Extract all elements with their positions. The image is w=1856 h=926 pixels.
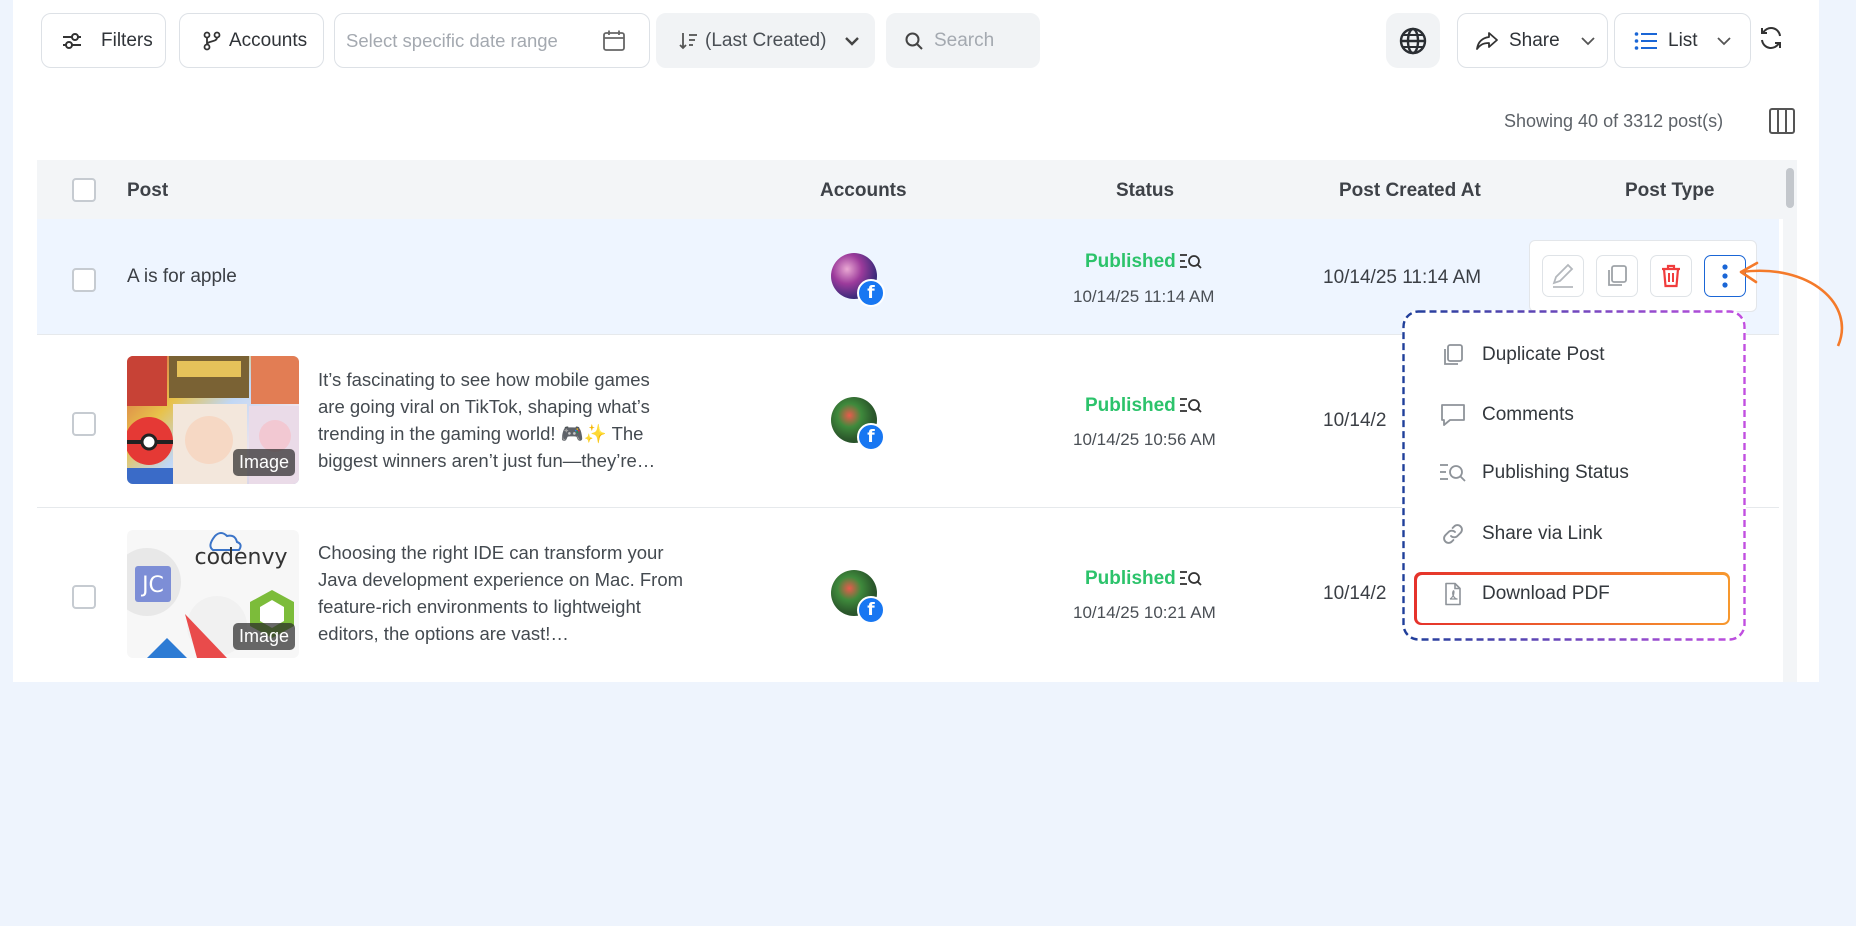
media-type-tag: Image [232,623,295,650]
columns-icon [1769,108,1795,134]
duplicate-icon [1608,265,1627,286]
table-header [37,160,1797,219]
status-time: 10/14/25 11:14 AM [1073,287,1215,306]
trash-icon [1662,264,1680,288]
post-text: Choosing the right IDE can transform you… [318,542,684,644]
menu-item-label: Publishing Status [1482,462,1629,483]
status-badge: Published [1085,251,1176,272]
row-checkbox[interactable] [72,585,96,609]
media-type-tag: Image [232,449,295,476]
status-badge: Published [1085,568,1176,589]
list-icon [1634,31,1657,50]
menu-item-duplicate-post[interactable]: Duplicate Post [1438,342,1605,368]
accounts-button[interactable]: Accounts [179,13,324,68]
pdf-icon [1445,582,1461,606]
status-badge: Published [1085,395,1176,416]
post-text: A is for apple [127,266,237,287]
brand-logo-text: codenvy [194,545,287,570]
columns-toggle-button[interactable] [1768,107,1796,140]
sliders-icon [63,32,81,49]
created-at: 10/14/2 [1323,410,1387,431]
status-time: 10/14/25 10:56 AM [1073,430,1216,449]
column-header-accounts: Accounts [820,180,907,201]
accounts-label: Accounts [229,29,308,51]
column-header-status: Status [1116,180,1175,201]
facebook-icon: f [857,596,885,624]
callout-arrow [1739,261,1844,347]
menu-item-label: Download PDF [1482,583,1610,604]
refresh-icon [1761,27,1781,49]
link-icon [1443,524,1463,544]
refresh-button[interactable] [1758,25,1790,57]
menu-item-download-pdf[interactable]: Download PDF [1438,582,1610,606]
edit-button[interactable] [1542,255,1584,297]
chevron-down-icon [1581,36,1595,45]
filters-button[interactable]: Filters [41,13,166,68]
delete-button[interactable] [1650,255,1692,297]
post-thumbnail[interactable]: Image [127,356,299,484]
search-icon [905,32,923,50]
row-actions [1529,240,1757,312]
column-header-post-type: Post Type [1625,180,1715,201]
pencil-icon [1552,263,1574,288]
globe-icon [1399,27,1427,54]
comment-icon [1441,404,1465,426]
facebook-icon: f [857,423,885,451]
date-range-input[interactable]: Select specific date range [334,13,650,68]
sort-dropdown[interactable]: (Last Created) [656,13,875,68]
column-header-created-at: Post Created At [1339,180,1481,201]
chevron-down-icon [845,36,860,46]
menu-item-label: Comments [1482,404,1574,425]
duplicate-button[interactable] [1596,255,1638,297]
column-header-post: Post [127,180,169,201]
duplicate-icon [1444,344,1463,365]
publishing-status-icon[interactable] [1179,396,1203,416]
menu-item-label: Share via Link [1482,523,1603,544]
posts-panel: Filters Accounts Select specific date ra… [13,0,1819,682]
publishing-status-icon [1440,464,1466,482]
created-at: 10/14/2 [1323,583,1387,604]
date-range-placeholder: Select specific date range [346,29,558,51]
status-time: 10/14/25 10:21 AM [1073,603,1216,622]
select-all-checkbox[interactable] [72,178,96,202]
chevron-down-icon [1716,36,1731,45]
scrollbar-thumb[interactable] [1786,168,1794,208]
publishing-status-icon[interactable] [1179,569,1203,589]
share-icon [1476,31,1498,50]
publishing-status-icon[interactable] [1179,252,1203,272]
view-mode-dropdown[interactable]: List [1614,13,1751,68]
search-placeholder: Search [934,29,995,51]
language-button[interactable] [1386,13,1440,68]
calendar-icon[interactable] [602,29,626,53]
kebab-menu-icon [1722,264,1728,288]
menu-item-label: Duplicate Post [1482,344,1605,365]
sort-icon [679,32,697,49]
filters-label: Filters [101,29,153,51]
post-text: It’s fascinating to see how mobile games… [318,369,656,471]
table-scrollbar[interactable] [1783,160,1797,682]
menu-item-comments[interactable]: Comments [1438,402,1574,428]
share-button[interactable]: Share [1457,13,1608,68]
post-thumbnail[interactable]: JC codenvy Image [127,530,299,658]
svg-text:JC: JC [140,573,164,598]
facebook-icon: f [857,279,885,307]
branch-icon [203,31,221,50]
share-label: Share [1509,29,1560,51]
row-checkbox[interactable] [72,268,96,292]
menu-item-share-via-link[interactable]: Share via Link [1438,522,1602,546]
posts-count-summary: Showing 40 of 3312 post(s) [1504,111,1724,131]
view-mode-label: List [1668,29,1698,51]
menu-item-publishing-status[interactable]: Publishing Status [1438,462,1629,484]
row-checkbox[interactable] [72,412,96,436]
post-options-menu: Duplicate Post Comments Publishing Statu… [1402,310,1746,641]
sort-label: (Last Created) [705,29,827,51]
search-input[interactable]: Search [886,13,1040,68]
created-at: 10/14/25 11:14 AM [1323,267,1482,288]
